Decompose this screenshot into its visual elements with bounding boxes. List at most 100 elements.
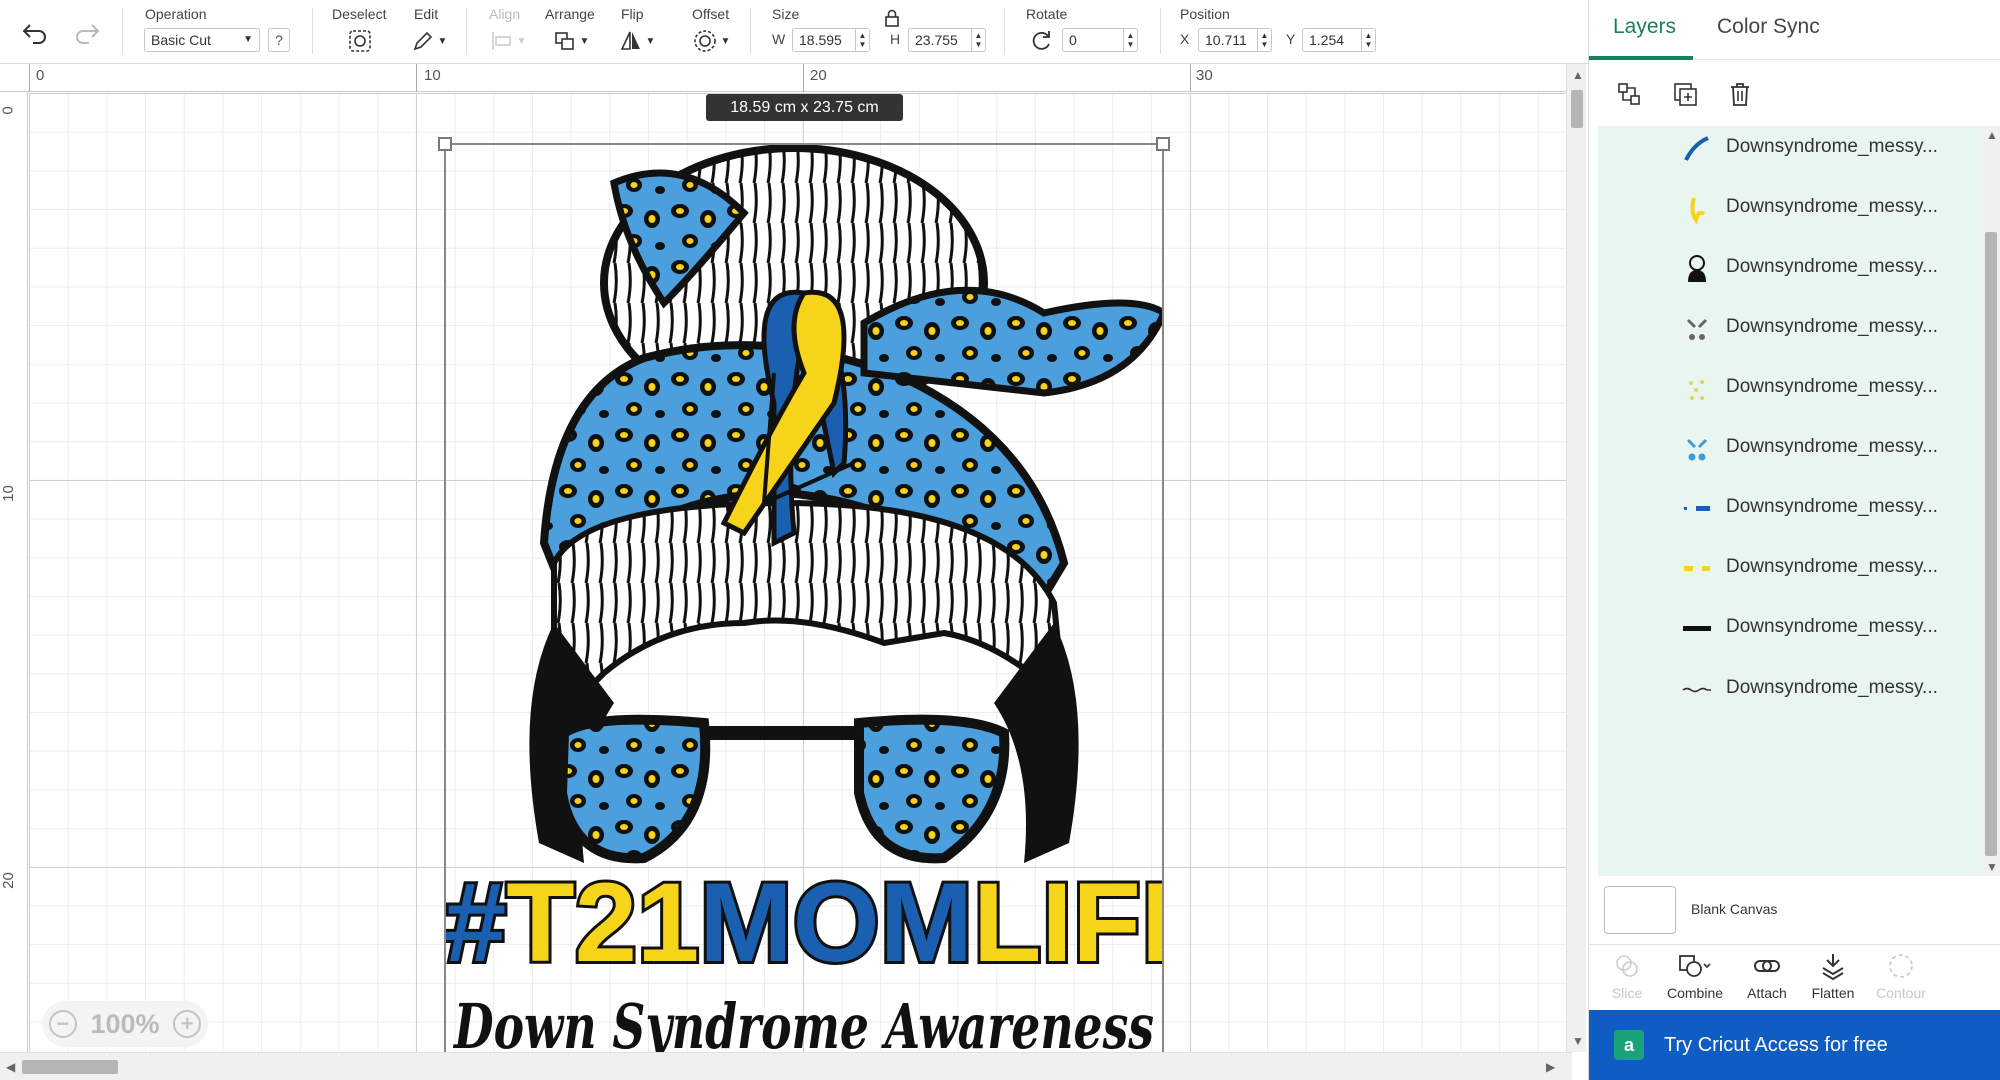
- ruler-vertical: 0 10 20: [0, 92, 28, 1080]
- gray-shapes-icon: [1680, 312, 1714, 346]
- operation-help-button[interactable]: ?: [268, 28, 290, 52]
- layers-scrollbar[interactable]: ▲ ▼: [1981, 126, 2000, 876]
- contour-label: Contour: [1876, 985, 1926, 1001]
- scroll-up-icon[interactable]: ▲: [1986, 128, 1998, 142]
- size-tooltip: 18.59 cm x 23.75 cm: [706, 94, 903, 121]
- flip-icon[interactable]: ▼: [616, 27, 658, 55]
- horizontal-scroll-thumb[interactable]: [22, 1060, 118, 1074]
- yellow-text-icon: [1680, 552, 1714, 586]
- combine-button[interactable]: Combine: [1655, 951, 1735, 1001]
- rotate-icon[interactable]: [1026, 27, 1056, 55]
- position-label: Position: [1180, 6, 1230, 22]
- layer-name: Downsyndrome_messy...: [1726, 677, 1938, 698]
- align-icon[interactable]: ▼: [488, 27, 528, 55]
- selection-bounding-box[interactable]: [438, 137, 1170, 1060]
- edit-label: Edit: [414, 6, 439, 22]
- contour-button[interactable]: Contour: [1861, 951, 1941, 1001]
- height-stepper[interactable]: ▲ ▼: [971, 29, 985, 51]
- scroll-up-icon[interactable]: ▲: [1572, 68, 1584, 82]
- contour-icon: [1861, 951, 1941, 981]
- canvas-horizontal-scrollbar[interactable]: ◀ ▶: [0, 1052, 1572, 1080]
- scroll-down-icon[interactable]: ▼: [1572, 1034, 1584, 1048]
- arrange-label: Arrange: [545, 6, 595, 22]
- blue-stroke-icon: [1680, 132, 1714, 166]
- cricut-access-label: Try Cricut Access for free: [1664, 1033, 1888, 1056]
- ruler-label: 20: [0, 872, 17, 889]
- ruler-horizontal: 0 10 20 30: [0, 64, 1572, 92]
- duplicate-icon[interactable]: [1671, 80, 1699, 108]
- deselect-label: Deselect: [332, 6, 387, 22]
- zoom-in-icon[interactable]: +: [173, 1010, 202, 1038]
- position-y-stepper[interactable]: ▲ ▼: [1361, 29, 1375, 51]
- layers-panel: Layers Color Sync Downsyndrome_messy... D…: [1588, 0, 2000, 1080]
- layers-scroll-thumb[interactable]: [1985, 232, 1997, 856]
- height-value: 23.755: [915, 32, 958, 48]
- align-label: Align: [489, 6, 521, 22]
- x-prefix: X: [1180, 31, 1190, 47]
- rotate-label: Rotate: [1026, 6, 1068, 22]
- delete-icon[interactable]: [1726, 80, 1754, 108]
- layer-name: Downsyndrome_messy...: [1726, 316, 1938, 337]
- scroll-left-icon[interactable]: ◀: [6, 1060, 15, 1074]
- lock-icon[interactable]: [882, 8, 902, 28]
- undo-icon[interactable]: [18, 18, 52, 48]
- height-field[interactable]: 23.755 ▲ ▼: [908, 28, 986, 52]
- resize-handle-top-left[interactable]: [438, 137, 452, 151]
- layer-row[interactable]: Downsyndrome_messy...: [1598, 651, 1982, 727]
- ruler-label: 0: [36, 67, 45, 84]
- position-x-field[interactable]: 10.711 ▲ ▼: [1198, 28, 1272, 52]
- rotate-stepper[interactable]: ▲ ▼: [1123, 29, 1137, 51]
- ruler-label: 20: [810, 67, 827, 84]
- ruler-label: 0: [0, 106, 17, 115]
- toolbar-divider: [466, 8, 467, 54]
- canvas-vertical-scrollbar[interactable]: ▲ ▼: [1566, 64, 1586, 1052]
- zoom-out-icon[interactable]: −: [48, 1010, 77, 1038]
- tab-color-sync[interactable]: Color Sync: [1717, 15, 1820, 39]
- position-y-value: 1.254: [1309, 32, 1345, 48]
- edit-pencil-icon[interactable]: ▼: [408, 27, 450, 55]
- layer-name: Downsyndrome_messy...: [1726, 556, 1938, 577]
- arrange-icon[interactable]: ▼: [550, 27, 592, 55]
- operation-label: Operation: [145, 6, 207, 22]
- combine-icon: [1655, 951, 1735, 981]
- flip-label: Flip: [621, 6, 644, 22]
- group-icon[interactable]: [1615, 80, 1643, 108]
- layer-name: Downsyndrome_messy...: [1726, 196, 1938, 217]
- layer-actions: [1589, 60, 2000, 126]
- toolbar-divider: [122, 8, 123, 54]
- ruler-label: 10: [0, 485, 17, 502]
- rotate-value: 0: [1069, 32, 1077, 48]
- panel-tabs: Layers Color Sync: [1589, 0, 2000, 60]
- ruler-label: 10: [424, 67, 441, 84]
- blank-canvas-swatch[interactable]: [1604, 886, 1676, 934]
- zoom-level: 100%: [90, 1008, 160, 1039]
- cricut-access-banner[interactable]: a Try Cricut Access for free: [1589, 1010, 2000, 1080]
- blue-shapes-icon: [1680, 432, 1714, 466]
- operation-select[interactable]: Basic Cut ▼: [144, 28, 260, 52]
- yellow-spots-icon: [1680, 372, 1714, 406]
- vertical-scroll-thumb[interactable]: [1571, 90, 1583, 128]
- toolbar-divider: [750, 8, 751, 54]
- toolbar-divider: [1004, 8, 1005, 54]
- width-stepper[interactable]: ▲ ▼: [855, 29, 869, 51]
- layer-name: Downsyndrome_messy...: [1726, 616, 1938, 637]
- chevron-down-icon: ▼: [243, 34, 253, 45]
- rotate-field[interactable]: 0 ▲ ▼: [1062, 28, 1138, 52]
- scroll-down-icon[interactable]: ▼: [1986, 860, 1998, 874]
- scroll-right-icon[interactable]: ▶: [1546, 1060, 1555, 1074]
- blank-canvas-label: Blank Canvas: [1691, 901, 1778, 917]
- position-y-field[interactable]: 1.254 ▲ ▼: [1302, 28, 1376, 52]
- width-field[interactable]: 18.595 ▲ ▼: [792, 28, 870, 52]
- position-x-value: 10.711: [1205, 32, 1247, 48]
- offset-icon[interactable]: ▼: [690, 27, 732, 55]
- redo-icon[interactable]: [70, 18, 104, 48]
- toolbar-divider: [312, 8, 313, 54]
- combine-label: Combine: [1666, 985, 1724, 1001]
- black-text-icon: [1680, 612, 1714, 646]
- position-x-stepper[interactable]: ▲ ▼: [1257, 29, 1271, 51]
- layer-name: Downsyndrome_messy...: [1726, 376, 1938, 397]
- tab-layers[interactable]: Layers: [1613, 15, 1676, 39]
- cricut-access-icon: a: [1614, 1030, 1644, 1060]
- deselect-icon[interactable]: [345, 27, 375, 55]
- resize-handle-top-right[interactable]: [1156, 137, 1170, 151]
